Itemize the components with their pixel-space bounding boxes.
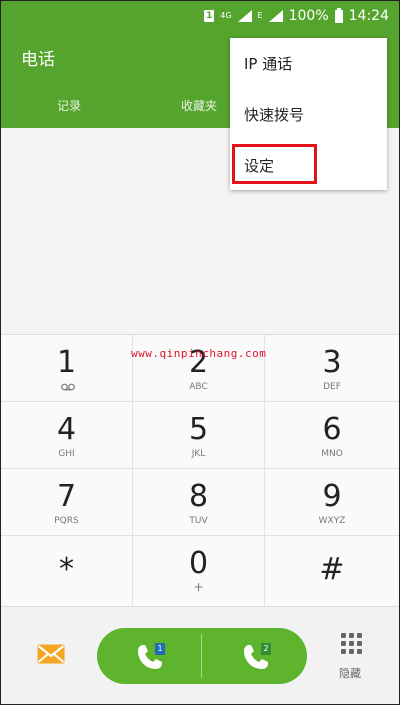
call-divider [201,634,202,678]
signal-icon [237,10,252,22]
battery-percent: 100% [288,8,329,24]
signal-icon-2 [268,10,283,22]
clock: 14:24 [348,8,389,24]
tab-favorites[interactable]: 收藏夹 [181,97,217,114]
bottom-bar: 1 2 隐藏 [1,606,399,704]
status-bar: 1 4G E 100% 14:24 [1,1,399,31]
hide-label: 隐藏 [339,667,361,680]
key-7[interactable]: 7 PQRS [1,469,133,536]
key-8[interactable]: 8 TUV [133,469,265,536]
key-1[interactable]: 1 [1,335,133,402]
key-2[interactable]: 2 ABC [133,335,265,402]
menu-item-speed-dial[interactable]: 快速拨号 [230,89,387,139]
key-5[interactable]: 5 JKL [133,402,265,469]
keypad-icon [341,633,362,654]
key-0[interactable]: 0 + [133,536,265,607]
key-4[interactable]: 4 GHI [1,402,133,469]
key-3[interactable]: 3 DEF [265,335,399,402]
network-type: 4G [220,11,232,20]
tab-log[interactable]: 记录 [57,97,81,114]
key-6[interactable]: 6 MNO [265,402,399,469]
key-star[interactable]: * [1,536,133,607]
message-icon[interactable] [37,644,65,664]
key-9[interactable]: 9 WXYZ [265,469,399,536]
data-indicator: E [257,11,263,20]
watermark-text: www.qinpinchang.com [131,347,267,360]
voicemail-icon [61,383,75,391]
sim1-badge: 1 [155,643,165,655]
settings-highlight-box [232,144,317,184]
phone-screen: 1 4G E 100% 14:24 电话 记录 收藏夹 1 2 ABC 3 DE… [0,0,400,705]
sim2-badge: 2 [261,643,271,655]
hide-keypad-button[interactable]: 隐藏 [331,631,371,687]
call-sim2-button[interactable]: 2 [203,628,307,684]
call-buttons: 1 2 [97,628,307,684]
battery-icon [334,7,343,23]
overflow-menu: IP 通话 快速拨号 设定 [230,38,387,190]
key-hash[interactable]: # [265,536,399,607]
dial-keypad: 1 2 ABC 3 DEF 4 GHI 5 JKL 6 MNO 7 PQRS 8… [1,334,399,607]
menu-item-ip-call[interactable]: IP 通话 [230,38,387,88]
sim-indicator: 1 [204,10,215,22]
call-sim1-button[interactable]: 1 [97,628,201,684]
app-title: 电话 [21,50,55,70]
